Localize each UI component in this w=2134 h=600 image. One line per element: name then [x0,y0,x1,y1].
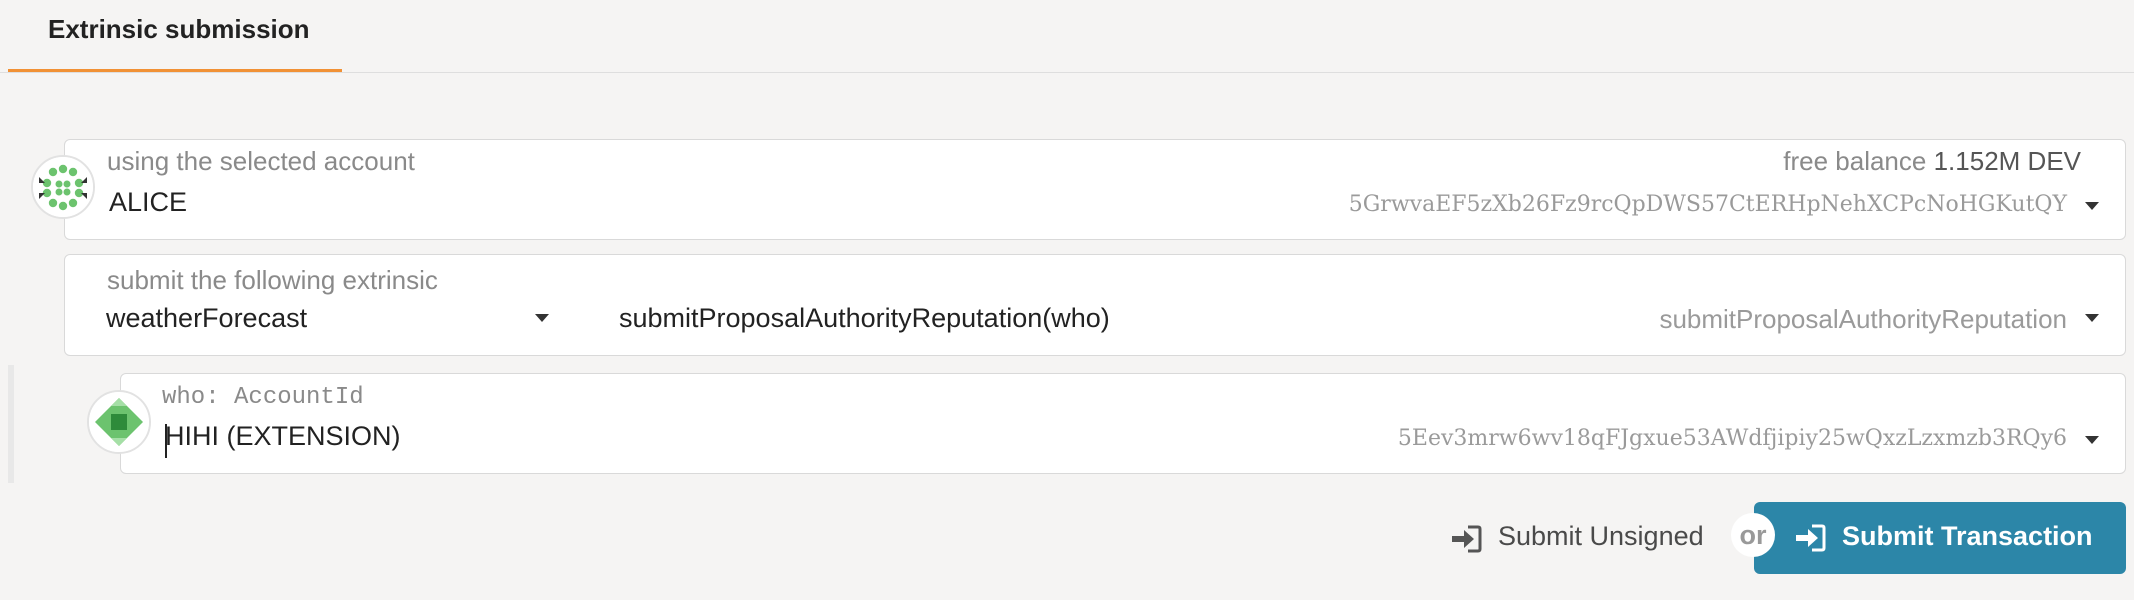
account-address: 5GrwvaEF5zXb26Fz9rcQpDWS57CtERHpNehXCPcN… [1348,192,2067,217]
balance: free balance 1.152M DEV [1783,146,2081,177]
identicon-icon [33,157,93,217]
param-identicon [87,390,151,454]
method-name: submitProposalAuthorityReputation [1659,304,2067,334]
method-dropdown[interactable]: submitProposalAuthorityReputation(who) s… [615,297,2125,353]
param-label: who: AccountId [162,384,364,411]
sign-in-icon [1452,525,1482,553]
submit-transaction-button[interactable]: Submit Transaction [1754,502,2126,574]
account-name: ALICE [109,187,188,217]
tab-label: Extrinsic submission [48,14,310,44]
method-signature: submitProposalAuthorityReputation(who) [619,303,1110,333]
chevron-down-icon[interactable] [2085,436,2099,444]
extrinsic-panel: submit the following extrinsic weatherFo… [64,254,2126,356]
tab-bar: Extrinsic submission [0,0,2134,73]
account-identicon [31,155,95,219]
submit-unsigned-label: Submit Unsigned [1498,521,1704,551]
chevron-down-icon[interactable] [2085,202,2099,210]
balance-label: free balance [1783,146,1927,176]
chevron-down-icon [2085,314,2099,322]
tab-extrinsic-submission[interactable]: Extrinsic submission [8,0,342,72]
extrinsic-label: submit the following extrinsic [107,265,438,295]
param-address: 5Eev3mrw6wv18qFJgxue53AWdfjipiy25wQxzLzx… [1397,426,2067,451]
param-value: HIHI (EXTENSION) [165,421,401,451]
param-indent-bar [8,365,14,483]
or-separator: or [1731,513,1775,557]
param-who-input[interactable]: who: AccountId HIHI (EXTENSION) 5Eev3mrw… [120,373,2126,474]
submit-transaction-label: Submit Transaction [1842,521,2093,551]
chevron-down-icon [535,314,549,322]
account-label: using the selected account [107,146,415,176]
sign-in-icon [1796,524,1826,552]
module-dropdown[interactable]: weatherForecast [65,297,565,353]
account-selector[interactable]: using the selected account ALICE free ba… [64,139,2126,240]
module-value: weatherForecast [106,303,308,333]
text-cursor [165,424,167,458]
balance-value: 1.152M DEV [1933,146,2081,176]
identicon-icon [89,392,149,452]
